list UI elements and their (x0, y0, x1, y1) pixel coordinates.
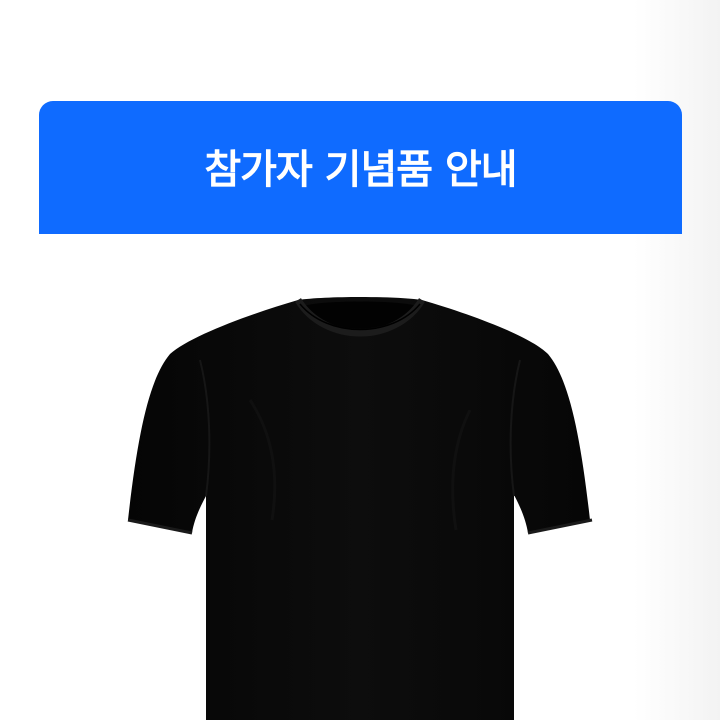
tshirt-image (0, 0, 720, 720)
page: 참가자 기념품 안내 (0, 0, 720, 720)
